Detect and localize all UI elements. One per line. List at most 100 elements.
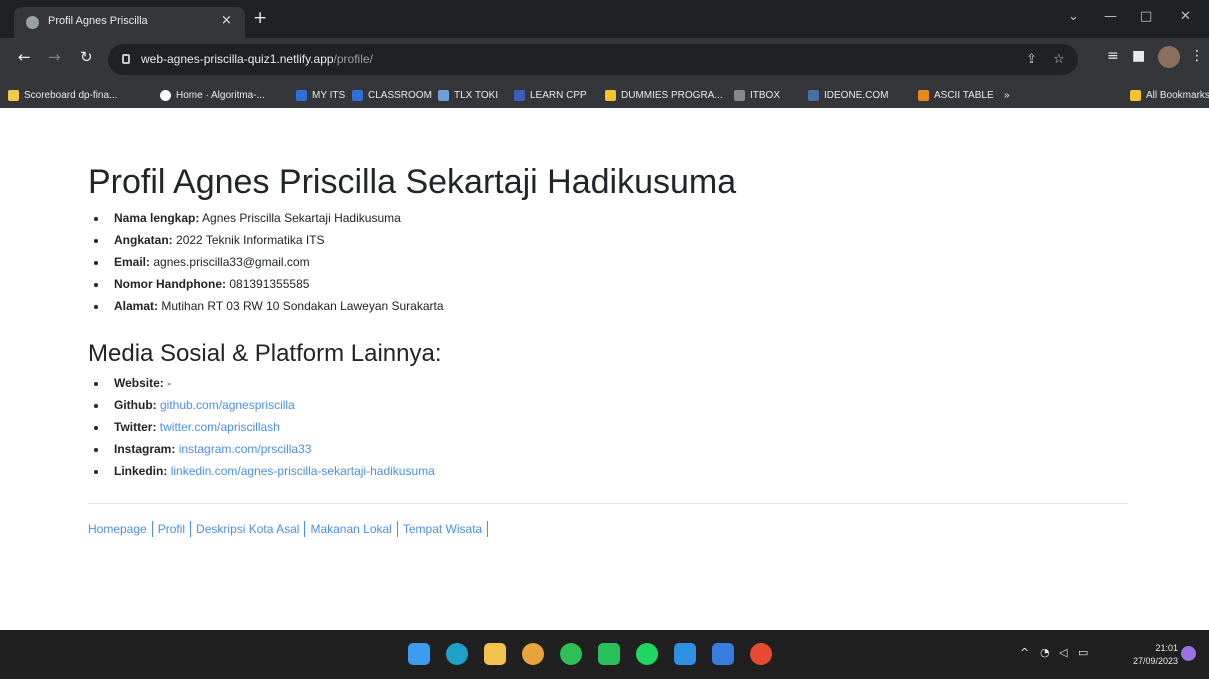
- github-link[interactable]: github.com/agnespriscilla: [160, 398, 295, 412]
- bookmark-label: ASCII TABLE: [934, 90, 994, 101]
- browser-chrome: Profil Agnes Priscilla × + ⌄ — □ ✕ ← → ↻…: [0, 0, 1209, 108]
- footer-nav: Homepage Profil Deskripsi Kota Asal Maka…: [88, 521, 493, 537]
- bookmarks-overflow-icon[interactable]: »: [1004, 88, 1010, 103]
- side-panel-icon[interactable]: ■: [1132, 49, 1145, 63]
- bookmark-ideone[interactable]: IDEONE.COM: [808, 88, 888, 103]
- item-label: Email:: [114, 255, 151, 269]
- item-label: Instagram:: [114, 442, 176, 456]
- item-label: Linkedin:: [114, 464, 168, 478]
- item-label: Nomor Handphone:: [114, 277, 226, 291]
- chrome-icon[interactable]: [522, 643, 544, 665]
- folder-icon: [1130, 90, 1141, 101]
- nav-link-makanan-lokal[interactable]: Makanan Lokal: [310, 521, 398, 537]
- vscode-icon[interactable]: [674, 643, 696, 665]
- bookmark-icon: [438, 90, 449, 101]
- bookmark-icon: [605, 90, 616, 101]
- list-item: Email: agnes.priscilla33@gmail.com: [108, 251, 444, 273]
- list-item: Instagram: instagram.com/prscilla33: [108, 438, 435, 460]
- bookmark-itbox[interactable]: ITBOX: [734, 88, 780, 103]
- volume-icon[interactable]: ◁: [1059, 646, 1067, 659]
- list-item: Nama lengkap: Agnes Priscilla Sekartaji …: [108, 207, 444, 229]
- nav-link-tempat-wisata[interactable]: Tempat Wisata: [403, 521, 489, 537]
- list-item: Angkatan: 2022 Teknik Informatika ITS: [108, 229, 444, 251]
- tray-clock[interactable]: 21:01 27/09/2023: [1133, 642, 1178, 668]
- bookmark-icon: [296, 90, 307, 101]
- bookmark-learn-cpp[interactable]: LEARN CPP: [514, 88, 587, 103]
- share-icon[interactable]: ⇪: [1026, 52, 1037, 67]
- bookmark-myits[interactable]: MY ITS: [296, 88, 345, 103]
- bookmark-label: TLX TOKI: [454, 90, 499, 101]
- reload-button[interactable]: ↻: [80, 50, 93, 65]
- item-value: 081391355585: [229, 277, 310, 291]
- tab-search-icon[interactable]: ⌄: [1068, 9, 1079, 24]
- bookmark-ascii-table[interactable]: ASCII TABLE: [918, 88, 994, 103]
- whatsapp-icon[interactable]: [560, 643, 582, 665]
- file-explorer-icon[interactable]: [484, 643, 506, 665]
- list-item: Github: github.com/agnespriscilla: [108, 394, 435, 416]
- menu-kebab-icon[interactable]: ⋮: [1190, 49, 1204, 63]
- maximize-button[interactable]: □: [1140, 9, 1152, 24]
- spotify-icon[interactable]: [636, 643, 658, 665]
- wifi-icon[interactable]: ◔: [1040, 646, 1050, 659]
- store-icon[interactable]: [712, 643, 734, 665]
- address-bar[interactable]: web-agnes-priscilla-quiz1.netlify.app/pr…: [108, 44, 1078, 75]
- back-button[interactable]: ←: [18, 50, 31, 65]
- new-tab-button[interactable]: +: [253, 10, 267, 27]
- bookmark-label: IDEONE.COM: [824, 90, 889, 101]
- list-item: Alamat: Mutihan RT 03 RW 10 Sondakan Law…: [108, 295, 444, 317]
- nav-link-profil[interactable]: Profil: [158, 521, 192, 537]
- item-value: Mutihan RT 03 RW 10 Sondakan Laweyan Sur…: [161, 299, 444, 313]
- bookmark-label: DUMMIES PROGRA...: [621, 90, 723, 101]
- reading-list-icon[interactable]: ≡: [1107, 49, 1119, 63]
- bookmark-classroom[interactable]: CLASSROOM: [352, 88, 432, 103]
- bookmark-icon: [808, 90, 819, 101]
- bookmark-icon: [8, 90, 19, 101]
- tab-strip: Profil Agnes Priscilla × + ⌄ — □ ✕: [0, 0, 1209, 38]
- bookmark-dummies[interactable]: DUMMIES PROGRA...: [605, 88, 723, 103]
- forward-button[interactable]: →: [48, 50, 61, 65]
- item-value: -: [167, 376, 172, 390]
- profile-avatar[interactable]: [1158, 46, 1180, 68]
- instagram-link[interactable]: instagram.com/prscilla33: [179, 442, 312, 456]
- bookmark-label: CLASSROOM: [368, 90, 432, 101]
- url-host: web-agnes-priscilla-quiz1.netlify.app: [141, 52, 334, 66]
- nav-link-deskripsi-kota-asal[interactable]: Deskripsi Kota Asal: [196, 521, 306, 537]
- battery-icon[interactable]: ▭: [1078, 646, 1088, 659]
- bookmark-label: MY ITS: [312, 90, 346, 101]
- item-label: Nama lengkap:: [114, 211, 200, 225]
- item-value: agnes.priscilla33@gmail.com: [153, 255, 310, 269]
- line-icon[interactable]: [598, 643, 620, 665]
- minimize-button[interactable]: —: [1104, 9, 1117, 24]
- twitter-link[interactable]: twitter.com/apriscillash: [160, 420, 280, 434]
- bookmark-icon: [918, 90, 929, 101]
- edge-icon[interactable]: [446, 643, 468, 665]
- bookmark-label: LEARN CPP: [530, 90, 587, 101]
- tab-title: Profil Agnes Priscilla: [48, 15, 148, 27]
- item-value: Agnes Priscilla Sekartaji Hadikusuma: [202, 211, 401, 225]
- chevron-up-icon[interactable]: ^: [1020, 646, 1029, 659]
- page-title: Profil Agnes Priscilla Sekartaji Hadikus…: [88, 163, 737, 201]
- windows-start-icon[interactable]: [408, 643, 430, 665]
- item-label: Alamat:: [114, 299, 159, 313]
- social-list: Website: - Github: github.com/agnesprisc…: [108, 372, 435, 482]
- bookmarks-bar: Scoreboard dp-fina... Home · Algoritma-.…: [0, 82, 1209, 108]
- bookmark-all-bookmarks[interactable]: All Bookmarks: [1130, 88, 1209, 103]
- nav-link-homepage[interactable]: Homepage: [88, 521, 153, 537]
- bookmark-tlx-toki[interactable]: TLX TOKI: [438, 88, 498, 103]
- browser-toolbar: ← → ↻ web-agnes-priscilla-quiz1.netlify.…: [0, 38, 1209, 82]
- bookmark-star-icon[interactable]: ☆: [1053, 52, 1065, 67]
- bookmark-icon: [514, 90, 525, 101]
- browser-tab[interactable]: Profil Agnes Priscilla ×: [14, 7, 245, 38]
- url-path: /profile/: [333, 52, 373, 66]
- bookmark-label: All Bookmarks: [1146, 90, 1209, 101]
- clock-time: 21:01: [1155, 643, 1179, 653]
- bookmark-scoreboard[interactable]: Scoreboard dp-fina...: [8, 88, 117, 103]
- linkedin-link[interactable]: linkedin.com/agnes-priscilla-sekartaji-h…: [171, 464, 435, 478]
- lock-icon[interactable]: [122, 54, 130, 64]
- notification-icon[interactable]: [1181, 646, 1196, 661]
- tab-close-button[interactable]: ×: [221, 13, 232, 28]
- app-icon[interactable]: [750, 643, 772, 665]
- bookmark-icon: [352, 90, 363, 101]
- close-window-button[interactable]: ✕: [1180, 9, 1191, 24]
- bookmark-algoritma[interactable]: Home · Algoritma-...: [160, 88, 265, 103]
